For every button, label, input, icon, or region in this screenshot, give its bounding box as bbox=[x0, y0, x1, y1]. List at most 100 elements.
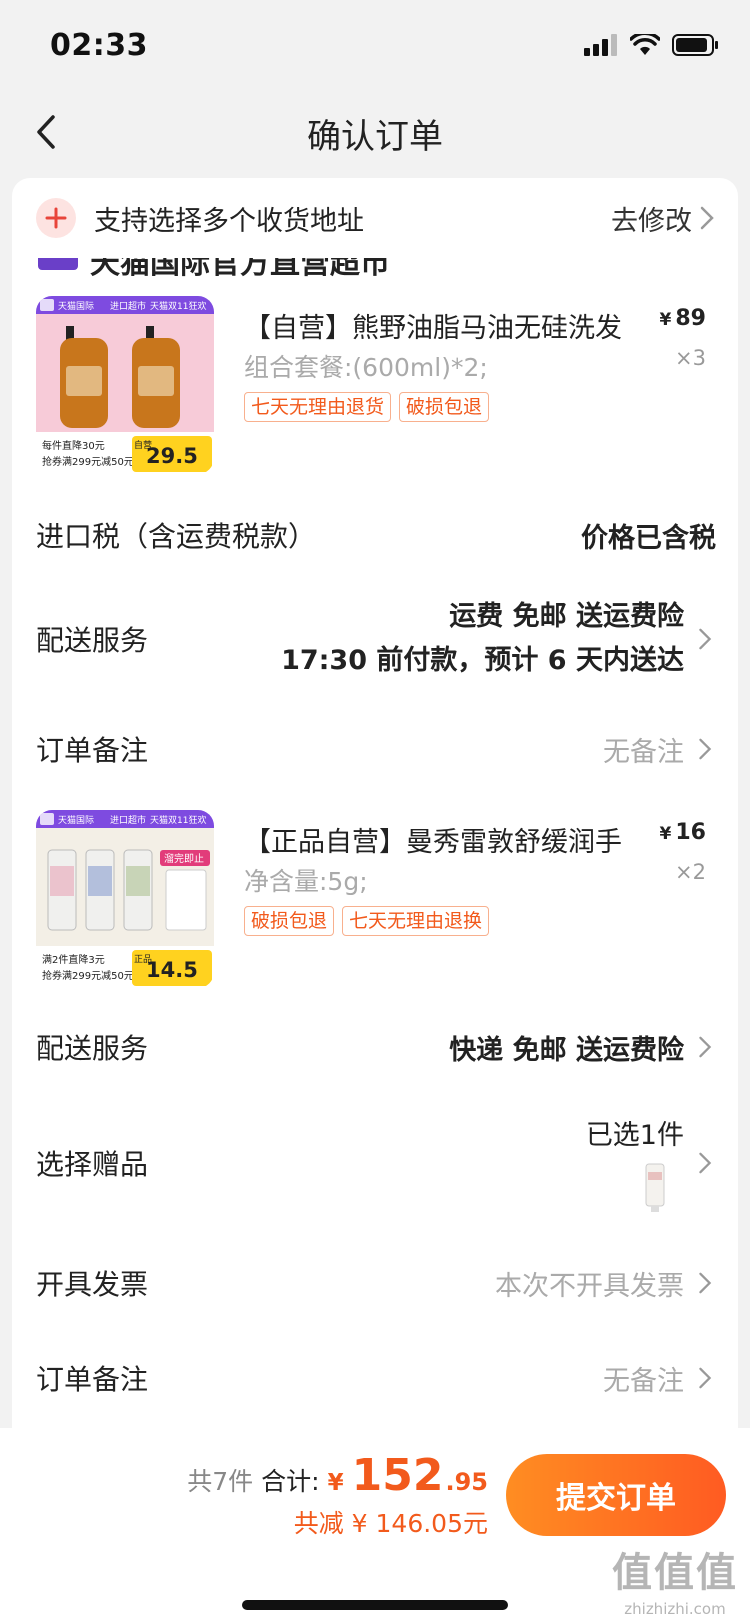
wifi-icon bbox=[630, 34, 660, 55]
discount-total: 共减 ¥ 146.05元 bbox=[293, 1509, 488, 1538]
remark-value: 无备注 bbox=[603, 1365, 684, 1397]
gift-info: 已选1件 bbox=[586, 1113, 684, 1214]
modify-label: 去修改 bbox=[611, 205, 692, 237]
invoice-value: 本次不开具发票 bbox=[495, 1270, 684, 1302]
service-tag: 七天无理由退货 bbox=[244, 392, 392, 422]
thumb-label-2: 进口超市 bbox=[110, 300, 146, 312]
status-icons bbox=[584, 33, 720, 57]
total-currency: ¥ bbox=[327, 1470, 344, 1496]
total-amount-decimal: .95 bbox=[445, 1468, 488, 1496]
address-banner[interactable]: 支持选择多个收货地址 去修改 bbox=[12, 178, 738, 258]
product-spec[interactable]: 净含量:5g; bbox=[244, 862, 368, 898]
plus-icon bbox=[36, 198, 76, 238]
order-card: 天猫国际官方直营超市 天猫国际 进口超市 天猫双11狂欢 每件直降30元 抢券满… bbox=[12, 258, 738, 1428]
service-tag: 破损包退 bbox=[244, 906, 335, 936]
chevron-right-icon bbox=[699, 1036, 712, 1058]
thumb-promo-2: 抢券满299元减50元 bbox=[42, 455, 134, 468]
product-tags: 破损包退 七天无理由退换 bbox=[244, 906, 490, 936]
chevron-right-icon bbox=[700, 206, 714, 230]
chevron-right-icon bbox=[699, 1152, 712, 1174]
remark-row[interactable]: 订单备注 无备注 bbox=[36, 1353, 716, 1403]
product-quantity: ×3 bbox=[675, 346, 706, 370]
nav-bar: 确认订单 bbox=[0, 90, 750, 176]
item-count: 共7件 bbox=[187, 1467, 254, 1496]
thumb-side: 正品 bbox=[134, 954, 152, 965]
product-quantity: ×2 bbox=[675, 860, 706, 884]
gift-value: 已选1件 bbox=[585, 1119, 684, 1151]
thumb-label-1: 天猫国际 bbox=[58, 814, 94, 826]
gift-label: 选择赠品 bbox=[36, 1148, 149, 1181]
chevron-right-icon bbox=[699, 738, 712, 760]
service-tag: 七天无理由退换 bbox=[342, 906, 490, 936]
battery-icon bbox=[672, 34, 718, 56]
price-value: 89 bbox=[675, 306, 706, 331]
remark-value: 无备注 bbox=[603, 736, 684, 768]
store-badge-icon bbox=[38, 258, 78, 270]
delivery-info: 运费 免邮 送运费险 17:30 前付款，预计 6 天内送达 bbox=[281, 595, 684, 683]
tax-value: 价格已含税 bbox=[581, 522, 716, 554]
delivery-label: 配送服务 bbox=[36, 624, 149, 657]
total-label: 合计: bbox=[261, 1467, 320, 1496]
invoice-row[interactable]: 开具发票 本次不开具发票 bbox=[36, 1258, 716, 1308]
delivery-row[interactable]: 配送服务 快递 免邮 送运费险 bbox=[36, 1022, 716, 1072]
thumb-promo-1: 每件直降30元 bbox=[42, 439, 105, 452]
thumb-side: 自营 bbox=[134, 439, 152, 451]
store-name: 天猫国际官方直营超市 bbox=[90, 258, 390, 281]
thumb-label-3: 天猫双11狂欢 bbox=[150, 814, 206, 826]
invoice-label: 开具发票 bbox=[36, 1268, 149, 1301]
thumb-badge: 溜完即止 bbox=[164, 852, 204, 865]
watermark-url: zhizhizhi.com bbox=[624, 1600, 726, 1618]
watermark: 值值值 zhizhizhi.com bbox=[612, 1540, 738, 1618]
product-spec[interactable]: 组合套餐:(600ml)*2; bbox=[244, 348, 488, 384]
modify-address-link[interactable]: 去修改 bbox=[611, 199, 714, 238]
thumb-price: 29.5 bbox=[146, 444, 198, 468]
address-banner-text: 支持选择多个收货地址 bbox=[94, 205, 364, 237]
service-tag: 破损包退 bbox=[399, 392, 490, 422]
product-item[interactable]: 天猫国际 进口超市 天猫双11狂欢 溜完即止 满2件直降3元 抢券满299元减5… bbox=[36, 810, 716, 1000]
gift-thumbnail bbox=[645, 1163, 665, 1212]
product-price: ¥16 bbox=[660, 820, 706, 845]
home-indicator[interactable] bbox=[242, 1600, 508, 1610]
product-title[interactable]: 【正品自营】曼秀雷敦舒缓润手 bbox=[244, 820, 636, 859]
thumb-promo-1: 满2件直降3元 bbox=[42, 953, 105, 966]
delivery-eta-line: 17:30 前付款，预计 6 天内送达 bbox=[281, 645, 684, 676]
delivery-info: 快递 免邮 送运费险 bbox=[449, 1034, 684, 1066]
thumb-label-3: 天猫双11狂欢 bbox=[150, 300, 206, 312]
product-price: ¥89 bbox=[660, 306, 706, 331]
price-value: 16 bbox=[675, 820, 706, 845]
status-bar: 02:33 bbox=[0, 0, 750, 90]
chevron-left-icon bbox=[37, 115, 55, 149]
product-title[interactable]: 【自营】熊野油脂马油无硅洗发 bbox=[244, 306, 636, 345]
remark-label: 订单备注 bbox=[36, 734, 149, 767]
tax-label: 进口税（含运费税款） bbox=[36, 520, 317, 553]
delivery-row[interactable]: 配送服务 运费 免邮 送运费险 17:30 前付款，预计 6 天内送达 bbox=[36, 594, 716, 684]
store-header: 天猫国际官方直营超市 bbox=[38, 258, 390, 282]
thumb-price: 14.5 bbox=[146, 958, 198, 982]
thumb-promo-2: 抢券满299元减50元 bbox=[42, 969, 134, 982]
back-button[interactable] bbox=[24, 110, 68, 154]
thumb-label-1: 天猫国际 bbox=[58, 300, 94, 312]
submit-order-button[interactable]: 提交订单 bbox=[506, 1454, 726, 1536]
status-time: 02:33 bbox=[50, 27, 148, 63]
product-tags: 七天无理由退货 破损包退 bbox=[244, 392, 490, 422]
price-currency: ¥ bbox=[659, 310, 672, 330]
total-amount-integer: 152 bbox=[351, 1450, 444, 1501]
chevron-right-icon bbox=[699, 628, 712, 650]
watermark-logo: 值值值 bbox=[612, 1550, 738, 1596]
delivery-label: 配送服务 bbox=[36, 1032, 149, 1065]
remark-row[interactable]: 订单备注 无备注 bbox=[36, 724, 716, 774]
signal-icon bbox=[584, 34, 617, 56]
remark-label: 订单备注 bbox=[36, 1363, 149, 1396]
product-thumbnail[interactable]: 天猫国际 进口超市 天猫双11狂欢 每件直降30元 抢券满299元减50元 29… bbox=[36, 296, 214, 474]
page-title: 确认订单 bbox=[307, 116, 443, 157]
price-currency: ¥ bbox=[659, 824, 672, 844]
product-thumbnail[interactable]: 天猫国际 进口超市 天猫双11狂欢 溜完即止 满2件直降3元 抢券满299元减5… bbox=[36, 810, 214, 988]
product-item[interactable]: 天猫国际 进口超市 天猫双11狂欢 每件直降30元 抢券满299元减50元 29… bbox=[36, 296, 716, 486]
tax-row: 进口税（含运费税款） 价格已含税 bbox=[36, 510, 716, 560]
chevron-right-icon bbox=[699, 1367, 712, 1389]
gift-row[interactable]: 选择赠品 已选1件 bbox=[36, 1108, 716, 1218]
thumb-label-2: 进口超市 bbox=[110, 814, 146, 826]
delivery-fee-line: 运费 免邮 送运费险 bbox=[449, 601, 684, 632]
order-total: 共7件 合计: ¥ 152 .95 bbox=[187, 1450, 488, 1501]
chevron-right-icon bbox=[699, 1272, 712, 1294]
